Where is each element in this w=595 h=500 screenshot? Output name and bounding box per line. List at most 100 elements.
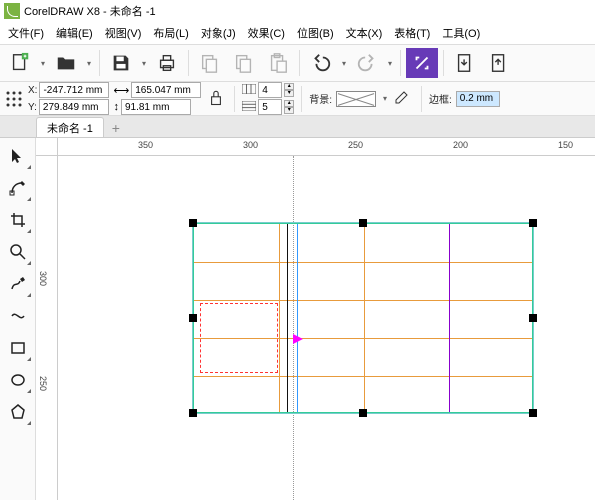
polygon-tool[interactable] (4, 398, 32, 426)
table-row-divider (194, 300, 532, 301)
selection-handle[interactable] (529, 409, 537, 417)
artistic-media-tool[interactable] (4, 302, 32, 330)
selection-handle[interactable] (529, 314, 537, 322)
open-button[interactable] (50, 48, 82, 78)
rectangle-tool[interactable] (4, 334, 32, 362)
menu-edit[interactable]: 编辑(E) (50, 23, 99, 43)
rows-spinner[interactable]: ▴▾ (284, 100, 294, 114)
cols-icon (242, 84, 256, 97)
selection-handle[interactable] (189, 314, 197, 322)
border-label: 边框: (429, 91, 452, 106)
menu-effect[interactable]: 效果(C) (242, 23, 291, 43)
undo-dropdown[interactable]: ▾ (339, 48, 349, 78)
cols-spinner[interactable]: ▴▾ (284, 83, 294, 97)
table-col-divider (279, 224, 280, 412)
selection-handle[interactable] (359, 409, 367, 417)
shape-tool[interactable] (4, 174, 32, 202)
separator (234, 86, 235, 112)
border-input[interactable] (456, 91, 500, 107)
anchor-grid-icon[interactable] (4, 89, 24, 109)
new-dropdown[interactable]: ▾ (38, 48, 48, 78)
ruler-tick: 300 (243, 140, 258, 150)
selection-handle[interactable] (189, 219, 197, 227)
menu-bitmap[interactable]: 位图(B) (291, 23, 340, 43)
menu-table[interactable]: 表格(T) (388, 23, 436, 43)
separator (299, 50, 300, 76)
ruler-tick: 350 (138, 140, 153, 150)
lock-ratio-button[interactable] (205, 84, 227, 114)
pick-tool[interactable] (4, 142, 32, 170)
separator (400, 50, 401, 76)
separator (301, 86, 302, 112)
ruler-horizontal[interactable]: 350 300 250 200 150 (58, 138, 595, 156)
insertion-cursor-icon (293, 334, 303, 344)
menu-view[interactable]: 视图(V) (99, 23, 148, 43)
freehand-tool[interactable] (4, 270, 32, 298)
menubar: 文件(F) 编辑(E) 视图(V) 布局(L) 对象(J) 效果(C) 位图(B… (0, 22, 595, 44)
y-input[interactable] (39, 99, 109, 115)
ruler-tick: 200 (453, 140, 468, 150)
menu-file[interactable]: 文件(F) (2, 23, 50, 43)
paste-button[interactable] (262, 48, 294, 78)
document-tab[interactable]: 未命名 -1 (36, 117, 104, 137)
bg-dropdown[interactable]: ▾ (380, 84, 390, 114)
save-dropdown[interactable]: ▾ (139, 48, 149, 78)
crop-tool[interactable] (4, 206, 32, 234)
new-button[interactable] (4, 48, 36, 78)
menu-object[interactable]: 对象(J) (195, 23, 242, 43)
table-row-divider (194, 376, 532, 377)
bg-label: 背景: (309, 91, 332, 106)
zoom-tool[interactable] (4, 238, 32, 266)
table-col-divider (364, 224, 365, 412)
ruler-corner[interactable] (36, 138, 58, 156)
x-label: X: (28, 85, 37, 96)
width-input[interactable] (131, 82, 201, 98)
redo-button[interactable] (351, 48, 383, 78)
menu-layout[interactable]: 布局(L) (147, 23, 194, 43)
ruler-tick: 300 (38, 271, 48, 286)
table-col-divider (449, 224, 450, 412)
table-row-divider (194, 262, 532, 263)
search-button[interactable] (406, 48, 438, 78)
separator (421, 86, 422, 112)
separator (99, 50, 100, 76)
cut-button[interactable] (194, 48, 226, 78)
canvas-area: 350 300 250 200 150 300 250 (36, 138, 595, 500)
separator (188, 50, 189, 76)
selection-handle[interactable] (529, 219, 537, 227)
copy-button[interactable] (228, 48, 260, 78)
separator (443, 50, 444, 76)
document-tabbar: 未命名 -1 + (0, 116, 595, 138)
save-button[interactable] (105, 48, 137, 78)
menu-text[interactable]: 文本(X) (340, 23, 389, 43)
width-icon: ⟷ (113, 84, 129, 97)
bg-swatch[interactable] (336, 91, 376, 107)
undo-button[interactable] (305, 48, 337, 78)
menu-tools[interactable]: 工具(O) (436, 23, 486, 43)
toolbox (0, 138, 36, 500)
print-button[interactable] (151, 48, 183, 78)
selection-handle[interactable] (359, 219, 367, 227)
ruler-vertical[interactable]: 300 250 (36, 156, 58, 500)
ruler-tick: 250 (348, 140, 363, 150)
rows-icon (242, 101, 256, 114)
ellipse-tool[interactable] (4, 366, 32, 394)
open-dropdown[interactable]: ▾ (84, 48, 94, 78)
window-title: CorelDRAW X8 - 未命名 -1 (24, 3, 156, 19)
add-tab-button[interactable]: + (106, 119, 126, 137)
app-logo-icon (4, 3, 20, 19)
canvas[interactable] (58, 156, 595, 500)
ruler-tick: 250 (38, 376, 48, 391)
main-toolbar: ▾ ▾ ▾ ▾ ▾ (0, 44, 595, 82)
cols-input[interactable] (258, 82, 282, 98)
redo-dropdown[interactable]: ▾ (385, 48, 395, 78)
import-button[interactable] (449, 48, 481, 78)
rows-input[interactable] (258, 99, 282, 115)
height-input[interactable] (121, 99, 191, 115)
x-input[interactable] (39, 82, 109, 98)
selection-handle[interactable] (189, 409, 197, 417)
edit-fill-button[interactable] (394, 84, 414, 114)
y-label: Y: (28, 102, 37, 113)
property-bar: X: Y: ⟷ ↕ ▴▾ ▴▾ 背景: ▾ 边框: (0, 82, 595, 116)
export-button[interactable] (483, 48, 515, 78)
